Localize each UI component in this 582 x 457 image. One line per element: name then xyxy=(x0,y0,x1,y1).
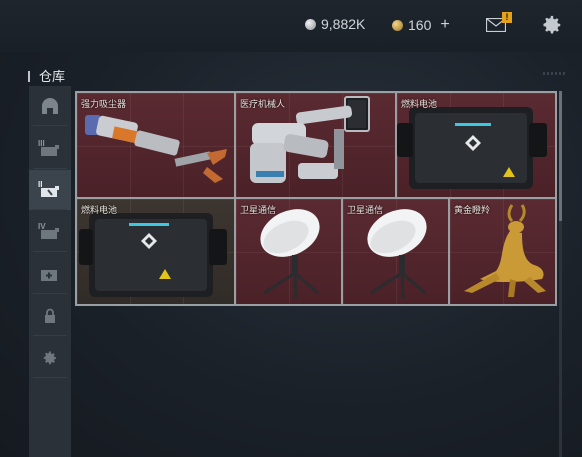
tab-add-case[interactable] xyxy=(29,254,71,294)
gold-currency: 160 + xyxy=(392,16,450,34)
warehouse-sidebar: III II IV xyxy=(29,86,71,457)
item-name: 燃料电池 xyxy=(81,205,118,215)
gold-coin-icon xyxy=(392,19,403,31)
item-slot[interactable]: 卫星通信 xyxy=(343,199,448,304)
gear-icon xyxy=(43,351,56,365)
helmet-icon xyxy=(42,98,58,114)
warehouse-title: 仓库 xyxy=(28,66,65,85)
item-slot[interactable]: 医疗机械人 xyxy=(236,93,395,197)
tab-case-3[interactable]: III xyxy=(29,129,71,169)
grid-scrollbar-thumb[interactable] xyxy=(559,91,562,221)
add-case-icon xyxy=(41,270,57,281)
item-slot[interactable]: 燃料电池 xyxy=(77,199,234,304)
silver-currency: 9,882K xyxy=(305,16,365,32)
item-name: 卫星通信 xyxy=(240,205,277,215)
item-name: 卫星通信 xyxy=(347,205,384,215)
item-slot[interactable]: 强力吸尘器 xyxy=(77,93,234,197)
tab-case-4[interactable]: IV xyxy=(29,212,71,252)
tab-equipment[interactable] xyxy=(29,86,71,126)
silver-amount: 9,882K xyxy=(321,16,366,32)
item-slot[interactable]: 燃料电池 xyxy=(397,93,555,197)
warehouse-grid: 强力吸尘器 医疗机械人 燃料电池 燃料电池 卫星通信 卫星通信 黄金瞪羚 xyxy=(75,91,557,306)
warehouse-title-text: 仓库 xyxy=(39,69,66,84)
gold-amount: 160 xyxy=(408,17,432,33)
lock-icon xyxy=(45,308,55,323)
item-name: 燃料电池 xyxy=(401,99,438,109)
tab-settings[interactable] xyxy=(29,338,71,378)
item-name: 强力吸尘器 xyxy=(81,99,127,109)
item-slot[interactable]: 卫星通信 xyxy=(236,199,341,304)
item-name: 医疗机械人 xyxy=(240,99,286,109)
item-slot[interactable]: 黄金瞪羚 xyxy=(450,199,555,304)
tab-locked[interactable] xyxy=(29,296,71,336)
title-decoration xyxy=(543,72,567,75)
silver-coin-icon xyxy=(305,18,316,30)
item-name: 黄金瞪羚 xyxy=(454,205,491,215)
tab-case-2[interactable]: II xyxy=(29,170,71,210)
add-gold-button[interactable]: + xyxy=(440,16,449,34)
gear-icon[interactable] xyxy=(541,14,563,36)
mail-badge: ! xyxy=(502,12,512,23)
